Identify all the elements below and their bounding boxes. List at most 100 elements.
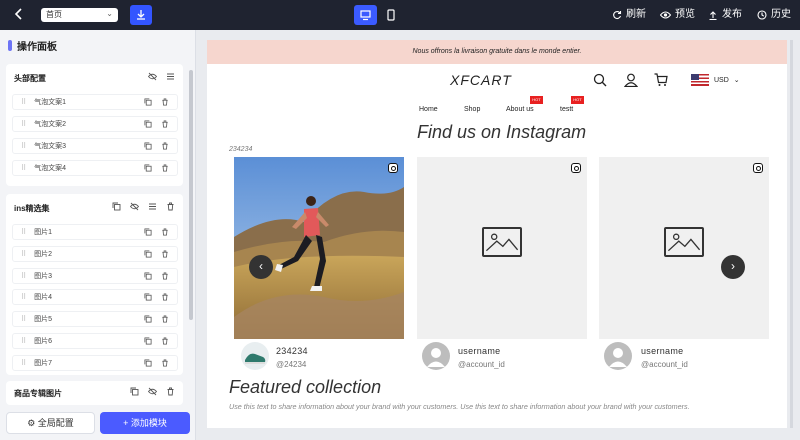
- copy-icon[interactable]: [144, 250, 152, 258]
- drag-handle-icon[interactable]: ⠿: [21, 251, 26, 258]
- list-item[interactable]: ⠿ 图片4: [12, 289, 178, 306]
- list-item-label: 气泡文案2: [34, 121, 67, 128]
- copy-icon[interactable]: [144, 293, 152, 301]
- runner-photo: [234, 157, 404, 339]
- list-item[interactable]: ⠿ 图片7: [12, 354, 178, 371]
- group-header[interactable]: ins精选集: [6, 194, 183, 220]
- chevron-down-icon: ⌄: [106, 9, 113, 18]
- page-select[interactable]: 首页 ⌄: [41, 8, 118, 22]
- nav-home[interactable]: Home: [419, 106, 438, 113]
- trash-icon[interactable]: [161, 359, 169, 367]
- group-header[interactable]: 商品专辑图片: [6, 381, 183, 405]
- publish-button[interactable]: 发布: [708, 8, 742, 22]
- eye-off-icon[interactable]: [130, 202, 139, 211]
- trash-icon[interactable]: [166, 202, 175, 211]
- copy-icon[interactable]: [144, 142, 152, 150]
- instagram-card[interactable]: [234, 157, 404, 339]
- preview-button[interactable]: 预览: [660, 8, 695, 22]
- preview-scrollbar[interactable]: [790, 40, 793, 428]
- currency-label: USD: [714, 76, 729, 84]
- list-item[interactable]: ⠿ 图片1: [12, 224, 178, 240]
- hot-badge: HOT: [530, 96, 543, 104]
- copy-icon[interactable]: [144, 272, 152, 280]
- image-placeholder-icon: [664, 227, 704, 257]
- trash-icon[interactable]: [161, 315, 169, 323]
- drag-handle-icon[interactable]: ⠿: [21, 165, 26, 172]
- publish-label: 发布: [722, 9, 742, 20]
- list-item[interactable]: ⠿ 图片5: [12, 311, 178, 328]
- mobile-view-button[interactable]: [383, 5, 399, 25]
- trash-icon[interactable]: [161, 228, 169, 236]
- menu-icon[interactable]: [148, 202, 157, 211]
- copy-icon[interactable]: [144, 337, 152, 345]
- list-item[interactable]: ⠿ 气泡文案2: [12, 116, 178, 132]
- user-icon[interactable]: [624, 73, 638, 87]
- drag-handle-icon[interactable]: ⠿: [21, 360, 26, 367]
- eye-off-icon[interactable]: [148, 387, 157, 396]
- search-icon[interactable]: [593, 73, 607, 87]
- trash-icon[interactable]: [161, 98, 169, 106]
- carousel-prev-button[interactable]: ‹: [249, 255, 273, 279]
- instagram-card[interactable]: [599, 157, 769, 339]
- page-preview: Nous offrons la livraison gratuite dans …: [207, 40, 787, 428]
- copy-icon[interactable]: [144, 228, 152, 236]
- copy-icon[interactable]: [130, 387, 139, 396]
- history-button[interactable]: 历史: [757, 8, 791, 22]
- drag-handle-icon[interactable]: ⠿: [21, 229, 26, 236]
- avatar: [241, 342, 269, 370]
- trash-icon[interactable]: [161, 120, 169, 128]
- card-username: username: [458, 346, 501, 356]
- operation-panel: 操作面板 头部配置 ins精选集 商品专辑图片 ⠿ 气泡文案1 ⠿ 气泡文案2 …: [0, 30, 196, 440]
- list-item[interactable]: ⠿ 气泡文案4: [12, 160, 178, 176]
- drag-handle-icon[interactable]: ⠿: [21, 121, 26, 128]
- list-item[interactable]: ⠿ 图片6: [12, 333, 178, 349]
- clock-icon: [757, 10, 767, 20]
- list-item-label: 图片6: [34, 338, 53, 345]
- back-icon[interactable]: [12, 7, 26, 23]
- group-header[interactable]: 头部配置: [6, 64, 183, 90]
- global-config-button[interactable]: ⚙ 全局配置: [6, 412, 95, 434]
- download-button[interactable]: [130, 5, 152, 25]
- drag-handle-icon[interactable]: ⠿: [21, 143, 26, 150]
- drag-handle-icon[interactable]: ⠿: [21, 99, 26, 106]
- carousel-next-button[interactable]: ›: [721, 255, 745, 279]
- nav-testt[interactable]: testt: [560, 106, 573, 113]
- copy-icon[interactable]: [144, 359, 152, 367]
- currency-selector[interactable]: USD ⌄: [691, 74, 740, 86]
- drag-handle-icon[interactable]: ⠿: [21, 338, 26, 345]
- drag-handle-icon[interactable]: ⠿: [21, 273, 26, 280]
- card-username: 234234: [276, 346, 308, 356]
- list-item[interactable]: ⠿ 气泡文案3: [12, 138, 178, 154]
- list-item[interactable]: ⠿ 图片2: [12, 245, 178, 262]
- instagram-card[interactable]: [417, 157, 587, 339]
- add-module-button[interactable]: + 添加模块: [100, 412, 190, 434]
- list-item[interactable]: ⠿ 气泡文案1: [12, 94, 178, 110]
- copy-icon[interactable]: [144, 315, 152, 323]
- trash-icon[interactable]: [166, 387, 175, 396]
- copy-icon[interactable]: [144, 120, 152, 128]
- eye-off-icon[interactable]: [148, 72, 157, 81]
- trash-icon[interactable]: [161, 142, 169, 150]
- copy-icon[interactable]: [112, 202, 121, 211]
- menu-icon[interactable]: [166, 72, 175, 81]
- nav-shop[interactable]: Shop: [464, 106, 480, 113]
- store-logo[interactable]: XFCART: [450, 72, 512, 88]
- drag-handle-icon[interactable]: ⠿: [21, 294, 26, 301]
- list-item-label: 图片2: [34, 250, 53, 258]
- copy-icon[interactable]: [144, 164, 152, 172]
- chevron-right-icon: ›: [731, 259, 735, 273]
- nav-about-us[interactable]: About us: [506, 106, 534, 113]
- drag-handle-icon[interactable]: ⠿: [21, 316, 26, 323]
- list-item[interactable]: ⠿ 图片3: [12, 267, 178, 284]
- cart-icon[interactable]: [654, 73, 668, 87]
- trash-icon[interactable]: [161, 293, 169, 301]
- trash-icon[interactable]: [161, 250, 169, 258]
- refresh-button[interactable]: 刷新: [612, 8, 646, 22]
- image-placeholder-icon: [482, 227, 522, 257]
- trash-icon[interactable]: [161, 164, 169, 172]
- desktop-view-button[interactable]: [354, 5, 377, 25]
- trash-icon[interactable]: [161, 337, 169, 345]
- trash-icon[interactable]: [161, 272, 169, 280]
- copy-icon[interactable]: [144, 98, 152, 106]
- sidebar-scrollbar[interactable]: [189, 70, 193, 320]
